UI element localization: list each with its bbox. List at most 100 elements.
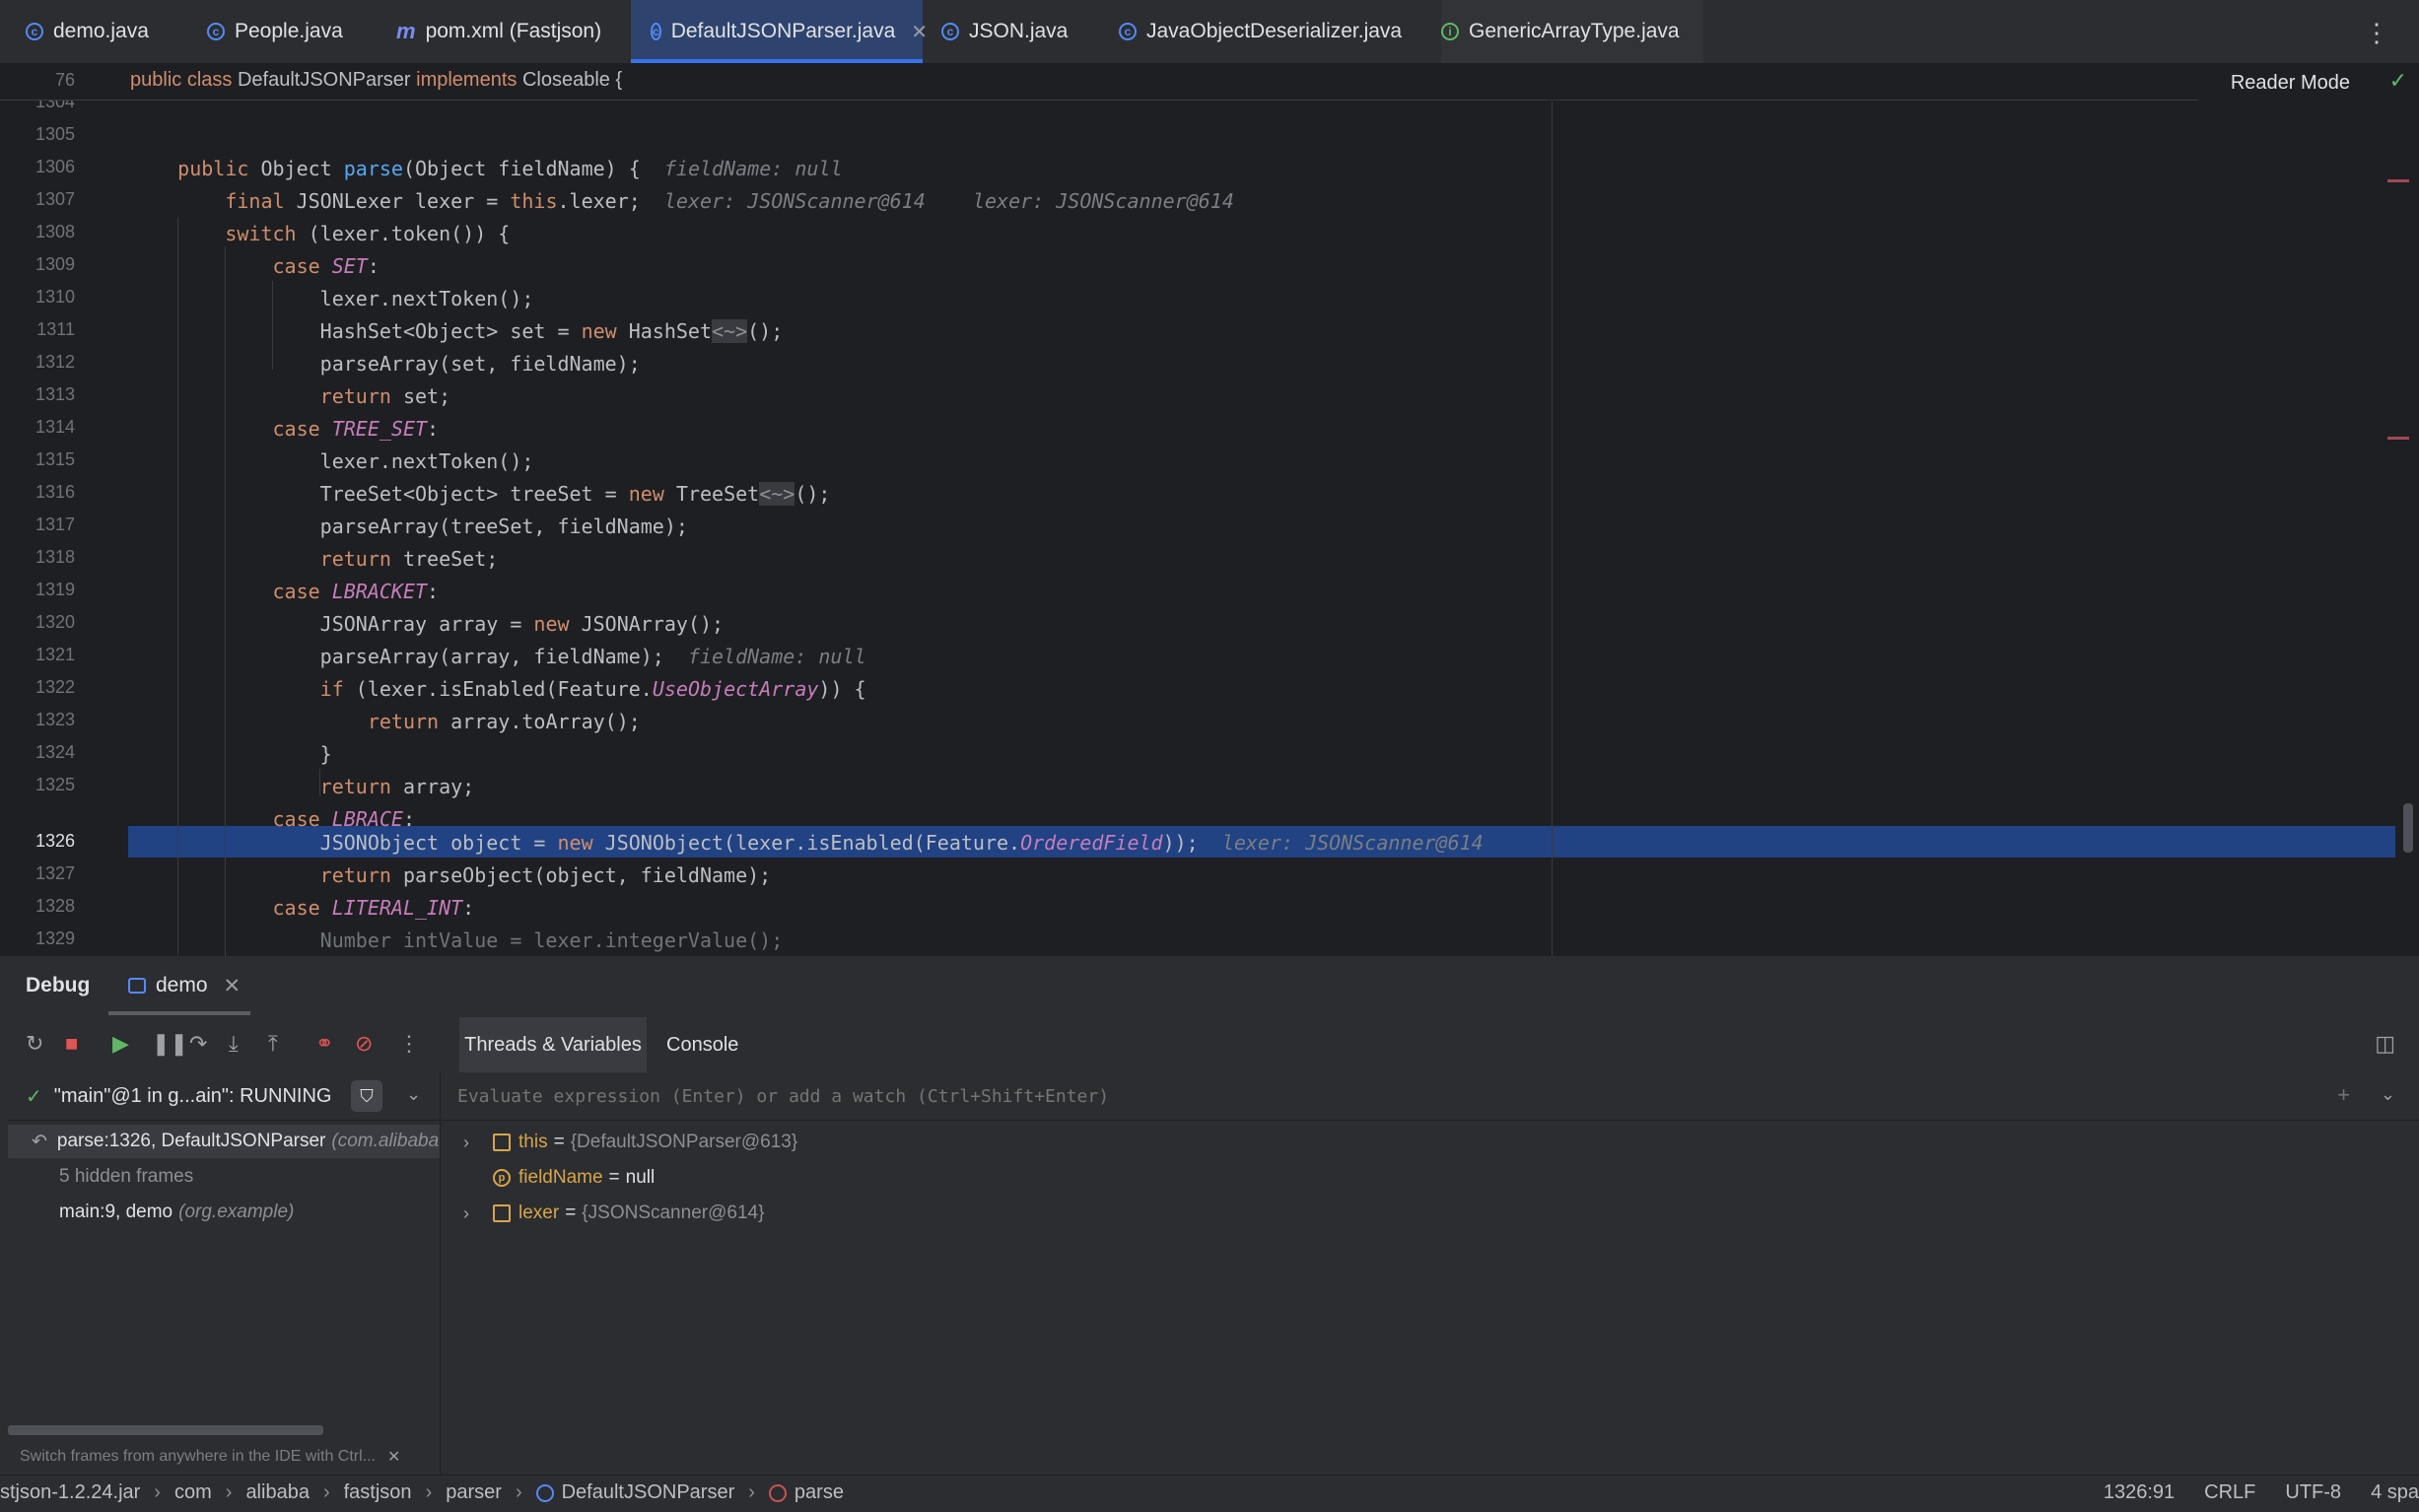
resume-icon[interactable]: ▶ [112,1031,129,1057]
stop-icon[interactable]: ■ [65,1031,78,1057]
code-editor[interactable]: 76 public class DefaultJSONParser implem… [0,64,2419,956]
variable-row[interactable]: › lexer = {JSONScanner@614} [442,1197,764,1230]
chevron-right-icon: › [515,1481,522,1503]
chevron-right-icon: › [154,1481,161,1503]
code-line: public Object parse(Object fieldName) { … [177,157,843,180]
tab-label: People.java [235,20,343,42]
tab-javaobjectdeserializer-java[interactable]: c JavaObjectDeserializer.java [1119,0,1402,63]
code-line: HashSet<Object> set = new HashSet<~>(); [130,319,784,343]
line-number: 1313 [35,384,75,404]
tab-label: GenericArrayType.java [1469,20,1680,42]
code-line: case LITERAL_INT: [272,896,475,920]
code-line: return parseObject(object, fieldName); [319,863,772,887]
step-into-icon[interactable]: ⤓ [229,1031,239,1057]
parameter-icon: p [493,1169,511,1187]
frames-panel: ✓ "main"@1 in g...ain": RUNNING ⛉ ⌄ ↶ pa… [8,1072,441,1475]
maven-icon: m [396,19,416,43]
code-line: return array.toArray(); [367,710,641,733]
tab-pom-xml[interactable]: m pom.xml (Fastjson) [396,0,601,63]
hidden-frames-item[interactable]: 5 hidden frames [8,1160,440,1194]
tab-people-java[interactable]: c People.java [207,0,343,63]
variable-row[interactable]: › this = {DefaultJSONParser@613} [442,1126,797,1159]
breadcrumb-item[interactable]: alibaba [245,1481,310,1504]
line-number: 1309 [35,254,75,274]
chevron-right-icon[interactable]: › [463,1133,493,1153]
inline-value-hint: fieldName: null [687,645,866,668]
right-margin-guide [1552,102,1553,956]
breadcrumb-item[interactable]: stjson-1.2.24.jar [0,1481,140,1504]
file-encoding[interactable]: UTF-8 [2285,1481,2341,1504]
line-number: 76 [54,70,75,90]
tab-defaultjsonparser-java[interactable]: c DefaultJSONParser.java ✕ [631,0,928,63]
close-icon[interactable]: ✕ [911,20,928,44]
chevron-right-icon[interactable]: › [463,1203,493,1224]
hint-text: Switch frames from anywhere in the IDE w… [20,1448,376,1465]
run-config-icon [128,978,146,994]
line-number: 1320 [35,612,75,632]
breadcrumb-item[interactable]: com [174,1481,212,1504]
more-icon[interactable]: ⋮ [2364,18,2389,48]
tab-threads-variables[interactable]: Threads & Variables [459,1017,647,1072]
breadcrumb-item[interactable]: parse [795,1481,844,1504]
class-icon: c [1119,23,1137,40]
equals-sign: = [608,1167,620,1188]
rerun-icon[interactable]: ↻ [26,1031,43,1057]
close-icon[interactable]: ✕ [387,1447,400,1467]
evaluate-expression-input[interactable] [455,1084,2037,1108]
step-out-icon[interactable]: ⤒ [268,1031,278,1057]
code-line: public class DefaultJSONParser implement… [130,69,623,91]
editor-scrollbar[interactable] [2403,803,2413,853]
line-number: 1307 [35,189,75,209]
horizontal-scrollbar[interactable] [8,1425,323,1435]
frame-item[interactable]: main:9, demo (org.example) [8,1196,440,1229]
error-stripe-marker[interactable] [2387,179,2409,182]
indent-setting[interactable]: 4 spa [2371,1481,2419,1504]
tab-console[interactable]: Console [666,1017,738,1072]
tab-demo-java[interactable]: c demo.java [26,0,149,63]
step-over-icon[interactable]: ↷ [189,1031,207,1057]
line-number: 1321 [35,645,75,664]
variable-row[interactable]: p fieldName = null [442,1161,655,1195]
close-icon[interactable]: ✕ [224,974,242,998]
line-number: 1323 [35,710,75,729]
tab-json-java[interactable]: c JSON.java [941,0,1068,63]
frame-package: (org.example) [178,1202,295,1222]
mute-breakpoints-icon[interactable]: ⊘ [355,1031,373,1057]
chevron-down-icon[interactable]: ⌄ [2381,1084,2395,1105]
chevron-down-icon[interactable]: ⌄ [406,1084,421,1105]
layout-icon[interactable]: ◫ [2375,1031,2395,1057]
tab-label: JavaObjectDeserializer.java [1146,20,1403,42]
line-number: 1308 [35,222,75,241]
thread-selector[interactable]: ✓ "main"@1 in g...ain": RUNNING ⛉ ⌄ [8,1072,440,1121]
line-number: 1305 [35,124,75,144]
frame-item[interactable]: ↶ parse:1326, DefaultJSONParser (com.ali… [8,1125,440,1158]
add-watch-icon[interactable]: + [2337,1082,2350,1108]
caret-position[interactable]: 1326:91 [2104,1481,2175,1504]
code-line: switch (lexer.token()) { [225,222,511,245]
debug-session-tab[interactable]: demo ✕ [108,956,250,1015]
line-number: 1328 [35,896,75,916]
tab-genericarraytype-java[interactable]: i GenericArrayType.java [1441,0,1703,63]
filter-icon[interactable]: ⛉ [351,1080,382,1112]
code-line: parseArray(treeSet, fieldName); [130,515,688,538]
reader-mode-button[interactable]: Reader Mode [2231,72,2350,95]
class-icon: c [26,23,43,40]
interface-icon: i [1441,23,1459,40]
breadcrumb-item[interactable]: DefaultJSONParser [562,1481,735,1504]
status-widgets: 1326:91 CRLF UTF-8 4 spa [2104,1481,2419,1504]
field-icon [493,1134,511,1151]
switch-frames-hint: Switch frames from anywhere in the IDE w… [8,1447,440,1467]
code-line: } [130,742,332,766]
code-line: return treeSet; [319,547,499,571]
code-line: Number intValue = lexer.integerValue(); [130,928,784,952]
more-icon[interactable]: ⋮ [398,1031,420,1057]
code-line: parseArray(set, fieldName); [130,352,641,376]
line-ending[interactable]: CRLF [2204,1481,2255,1504]
error-stripe-marker[interactable] [2387,437,2409,440]
breadcrumb-item[interactable]: parser [446,1481,502,1504]
breadcrumb: stjson-1.2.24.jar › com › alibaba › fast… [0,1481,844,1504]
breadcrumb-item[interactable]: fastjson [344,1481,412,1504]
pause-icon[interactable]: ❚❚ [152,1031,188,1057]
view-breakpoints-icon[interactable]: ⚭ [315,1031,333,1057]
frame-label: parse:1326, DefaultJSONParser [56,1131,326,1151]
